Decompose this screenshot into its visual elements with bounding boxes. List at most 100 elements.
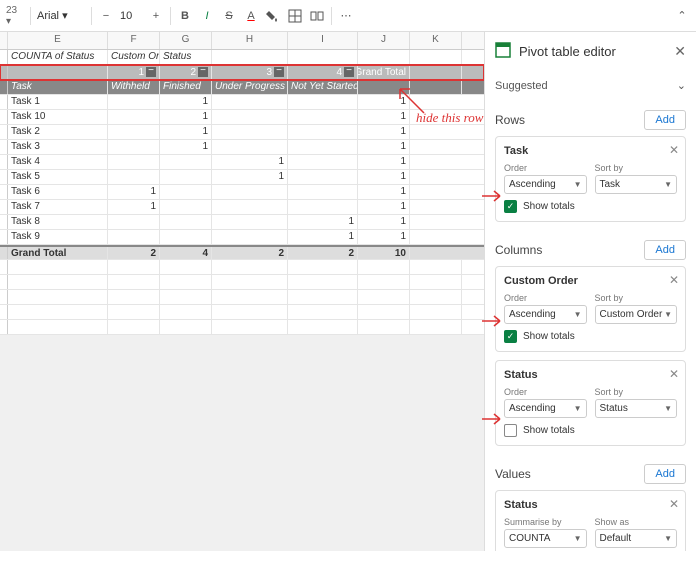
empty-cell[interactable] [8,305,108,319]
text-color-button[interactable]: A [243,8,259,24]
grand-total-label[interactable]: Grand Total [8,247,108,259]
grand-total-value[interactable]: 2 [212,247,288,259]
remove-card-button[interactable]: ✕ [669,143,679,157]
cell[interactable]: Withheld [108,80,160,94]
sortby-dropdown[interactable]: Custom Order▼ [595,305,678,324]
col-header-F[interactable]: F [108,32,160,49]
order-dropdown[interactable]: Ascending▼ [504,305,587,324]
value-cell[interactable] [288,200,358,214]
task-cell[interactable]: Task 9 [8,230,108,244]
add-value-button[interactable]: Add [644,464,686,484]
order-dropdown[interactable]: Ascending▼ [504,175,587,194]
task-cell[interactable]: Task 10 [8,110,108,124]
empty-cell[interactable] [108,320,160,334]
task-cell[interactable]: Task 8 [8,215,108,229]
strike-button[interactable]: S [221,8,237,24]
value-cell[interactable] [108,95,160,109]
empty-cell[interactable] [288,260,358,274]
expand-up-icon[interactable]: ⌃ [674,8,690,24]
cell[interactable]: 3 − [212,65,288,79]
empty-cell[interactable] [358,305,410,319]
cell[interactable] [8,65,108,79]
value-cell[interactable]: 1 [160,125,212,139]
value-cell[interactable] [108,155,160,169]
more-button[interactable]: ⋯ [338,8,354,24]
value-cell[interactable] [288,110,358,124]
remove-card-button[interactable]: ✕ [669,273,679,287]
value-cell[interactable]: 1 [108,185,160,199]
grand-total-value[interactable]: 2 [288,247,358,259]
collapse-icon[interactable]: − [344,67,354,77]
empty-cell[interactable] [358,275,410,289]
empty-cell[interactable] [212,275,288,289]
value-cell[interactable]: 1 [160,110,212,124]
collapse-icon[interactable]: − [146,67,156,77]
empty-cell[interactable] [288,305,358,319]
empty-cell[interactable] [410,290,462,304]
value-cell[interactable] [212,185,288,199]
value-cell[interactable]: 1 [358,185,410,199]
value-cell[interactable] [212,215,288,229]
empty-cell[interactable] [212,305,288,319]
value-cell[interactable] [212,200,288,214]
value-cell[interactable]: 1 [288,230,358,244]
value-cell[interactable] [160,230,212,244]
value-cell[interactable]: 1 [358,125,410,139]
empty-cell[interactable] [410,260,462,274]
empty-cell[interactable] [410,320,462,334]
value-cell[interactable] [212,140,288,154]
empty-cell[interactable] [212,320,288,334]
task-cell[interactable]: Task 1 [8,95,108,109]
empty-cell[interactable] [358,320,410,334]
value-cell[interactable]: 1 [358,230,410,244]
value-cell[interactable]: 1 [212,170,288,184]
empty-cell[interactable] [160,260,212,274]
value-cell[interactable] [288,185,358,199]
cell[interactable]: 2 − [160,65,212,79]
value-cell[interactable] [160,170,212,184]
show-totals-checkbox[interactable] [504,424,517,437]
cell[interactable] [410,50,462,64]
grand-total-value[interactable]: 2 [108,247,160,259]
empty-cell[interactable] [160,320,212,334]
merge-button[interactable] [309,8,325,24]
value-cell[interactable] [160,155,212,169]
value-cell[interactable] [212,110,288,124]
col-header-K[interactable]: K [410,32,462,49]
value-cell[interactable]: 1 [108,200,160,214]
value-cell[interactable]: 1 [212,155,288,169]
value-cell[interactable]: 1 [358,170,410,184]
italic-button[interactable]: I [199,8,215,24]
grand-total-value[interactable]: 10 [358,247,410,259]
add-column-button[interactable]: Add [644,240,686,260]
col-header-I[interactable]: I [288,32,358,49]
task-cell[interactable]: Task 5 [8,170,108,184]
value-cell[interactable]: 1 [358,200,410,214]
remove-card-button[interactable]: ✕ [669,497,679,511]
value-cell[interactable] [160,215,212,229]
show-totals-checkbox[interactable] [504,330,517,343]
value-cell[interactable] [212,95,288,109]
value-cell[interactable] [160,200,212,214]
empty-cell[interactable] [410,275,462,289]
font-size-minus[interactable]: − [98,8,114,24]
empty-cell[interactable] [410,305,462,319]
empty-cell[interactable] [8,275,108,289]
value-cell[interactable] [288,95,358,109]
value-cell[interactable]: 1 [358,140,410,154]
empty-cell[interactable] [108,260,160,274]
empty-cell[interactable] [160,290,212,304]
value-cell[interactable] [108,170,160,184]
sortby-dropdown[interactable]: Status▼ [595,399,678,418]
cell[interactable]: Under Progress [212,80,288,94]
empty-cell[interactable] [288,320,358,334]
cell[interactable]: 4 − [288,65,358,79]
task-cell[interactable]: Task 3 [8,140,108,154]
cell[interactable] [410,65,462,79]
value-cell[interactable]: 1 [160,140,212,154]
value-cell[interactable]: 1 [358,215,410,229]
value-cell[interactable] [108,230,160,244]
grand-total-value[interactable]: 4 [160,247,212,259]
task-cell[interactable]: Task 6 [8,185,108,199]
value-cell[interactable] [108,110,160,124]
